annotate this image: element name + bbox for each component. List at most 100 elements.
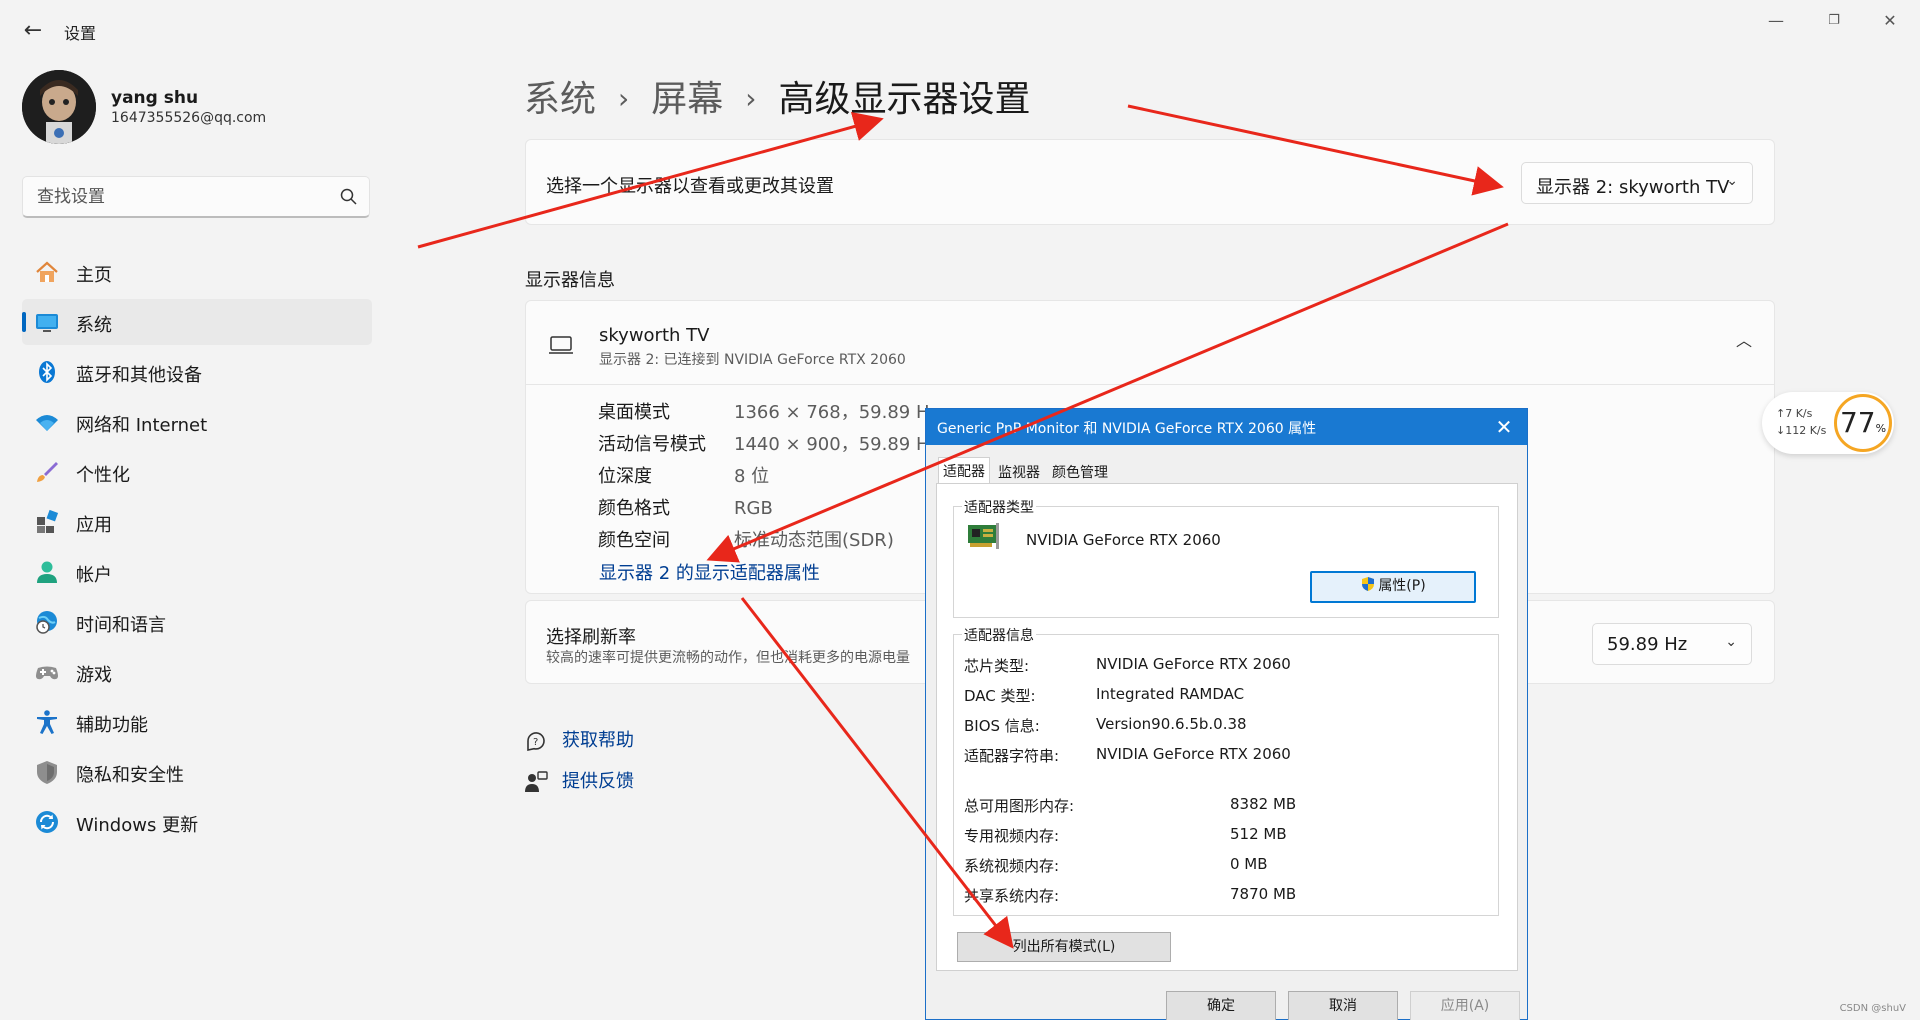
laptop-icon xyxy=(549,336,573,354)
get-help-link[interactable]: ? 获取帮助 xyxy=(524,726,634,753)
refresh-rate-dropdown[interactable]: 59.89 Hz ⌄ xyxy=(1592,623,1752,665)
home-icon xyxy=(36,261,58,282)
back-icon[interactable]: ← xyxy=(18,16,48,46)
search-input[interactable] xyxy=(35,185,325,209)
display-adapter-properties-link[interactable]: 显示器 2 的显示适配器属性 xyxy=(599,559,820,585)
chevron-up-icon[interactable]: ︿ xyxy=(1736,327,1752,351)
info-label: 桌面模式 xyxy=(598,402,670,423)
chevron-down-icon: ⌄ xyxy=(1725,634,1737,650)
refresh-rate-label: 选择刷新率 xyxy=(546,627,636,648)
adapter-info-title: 适配器信息 xyxy=(962,625,1036,645)
sidebar-item-label: 时间和语言 xyxy=(76,615,166,636)
ok-button[interactable]: 确定 xyxy=(1166,991,1276,1020)
svg-text:?: ? xyxy=(533,737,538,748)
info-label: 活动信号模式 xyxy=(598,434,706,455)
breadcrumb-item-display[interactable]: 屏幕 xyxy=(651,79,723,120)
restore-icon[interactable]: ❐ xyxy=(1810,6,1858,36)
watermark: CSDN @shuV xyxy=(1839,1003,1906,1014)
avatar-image xyxy=(22,70,96,144)
memory-label: 共享系统内存: xyxy=(964,887,1060,905)
info-row: 桌面模式 1366 × 768，59.89 Hz xyxy=(598,398,939,424)
account-icon xyxy=(37,561,57,583)
close-icon[interactable]: ✕ xyxy=(1866,6,1914,36)
list-all-modes-button[interactable]: 列出所有模式(L) xyxy=(957,932,1171,962)
sidebar-item-apps[interactable]: 应用 xyxy=(22,499,372,545)
info-value: Version90.6.5b.0.38 xyxy=(1096,715,1247,733)
close-icon[interactable]: ✕ xyxy=(1491,414,1517,440)
sidebar-item-label: 系统 xyxy=(76,315,112,336)
memory-value: 7870 MB xyxy=(1230,885,1297,903)
tab-monitor[interactable]: 监视器 xyxy=(994,459,1044,483)
info-value: 1366 × 768，59.89 Hz xyxy=(734,402,939,423)
adapter-type-group: 适配器类型 NVIDIA GeForce RTX 2060 属性(P) xyxy=(953,497,1499,618)
sidebar-item-network[interactable]: 网络和 Internet xyxy=(22,399,372,445)
info-label: 适配器字符串: xyxy=(964,747,1060,765)
sidebar-item-personalization[interactable]: 个性化 xyxy=(22,449,372,495)
get-help-label: 获取帮助 xyxy=(562,730,634,751)
select-display-card: 选择一个显示器以查看或更改其设置 显示器 2: skyworth TV ⌄ xyxy=(525,139,1775,225)
search-icon[interactable] xyxy=(339,187,359,207)
sidebar-item-accessibility[interactable]: 辅助功能 xyxy=(22,699,372,745)
tab-color-management[interactable]: 颜色管理 xyxy=(1048,459,1112,483)
info-value: NVIDIA GeForce RTX 2060 xyxy=(1096,655,1291,673)
cancel-button[interactable]: 取消 xyxy=(1288,991,1398,1020)
info-label: 颜色格式 xyxy=(598,498,670,519)
display-select-value: 显示器 2: skyworth TV xyxy=(1536,177,1730,198)
refresh-rate-value: 59.89 Hz xyxy=(1607,634,1688,655)
sidebar-nav: 主页 系统 蓝牙和其他设备 网络和 Internet 个性化 应用 帐户 时间和… xyxy=(22,249,372,849)
settings-window: ← 设置 — ❐ ✕ yang shu 1647355526@qq.com 查找… xyxy=(0,0,1920,1020)
feedback-label: 提供反馈 xyxy=(562,771,634,792)
info-value: 8 位 xyxy=(734,466,770,487)
bluetooth-icon xyxy=(39,361,55,383)
sidebar-item-label: 个性化 xyxy=(76,465,130,486)
brush-icon xyxy=(37,462,58,482)
percent-sign: % xyxy=(1875,422,1887,435)
display-select-dropdown[interactable]: 显示器 2: skyworth TV ⌄ xyxy=(1521,162,1753,204)
sidebar-item-label: 主页 xyxy=(76,265,112,286)
help-icon: ? xyxy=(527,732,545,751)
dialog-title-bar[interactable]: Generic PnP Monitor 和 NVIDIA GeForce RTX… xyxy=(926,409,1527,445)
sidebar-item-home[interactable]: 主页 xyxy=(22,249,372,295)
sidebar-item-label: 应用 xyxy=(76,515,112,536)
info-row: 颜色空间 标准动态范围(SDR) xyxy=(598,526,894,552)
sidebar-item-accounts[interactable]: 帐户 xyxy=(22,549,372,595)
refresh-rate-description: 较高的速率可提供更流畅的动作，但也消耗更多的电源电量 xyxy=(546,650,910,666)
info-value: RGB xyxy=(734,498,773,519)
memory-label: 系统视频内存: xyxy=(964,857,1060,875)
wifi-icon xyxy=(36,415,58,431)
sidebar-item-label: 蓝牙和其他设备 xyxy=(76,365,202,386)
display-info-header[interactable]: skyworth TV 显示器 2: 已连接到 NVIDIA GeForce R… xyxy=(526,301,1774,385)
apps-icon xyxy=(37,509,59,533)
graphics-card-icon xyxy=(968,523,999,549)
sidebar-item-windows-update[interactable]: Windows 更新 xyxy=(22,799,372,845)
sidebar-item-privacy[interactable]: 隐私和安全性 xyxy=(22,749,372,795)
update-icon xyxy=(36,811,58,833)
sidebar-item-label: 游戏 xyxy=(76,665,112,686)
app-title: 设置 xyxy=(64,24,97,43)
globe-clock-icon xyxy=(36,611,57,634)
info-label: DAC 类型: xyxy=(964,687,1036,705)
network-speed-widget[interactable]: ↑7 K/s ↓112 K/s 77% xyxy=(1762,392,1894,454)
adapter-name: NVIDIA GeForce RTX 2060 xyxy=(1026,531,1221,549)
memory-value: 512 MB xyxy=(1230,825,1287,843)
search-box xyxy=(22,176,370,218)
info-label: 颜色空间 xyxy=(598,530,670,551)
memory-value: 0 MB xyxy=(1230,855,1268,873)
properties-button[interactable]: 属性(P) xyxy=(1310,571,1476,603)
dialog-title: Generic PnP Monitor 和 NVIDIA GeForce RTX… xyxy=(937,421,1317,437)
user-email: 1647355526@qq.com xyxy=(111,110,267,126)
sidebar-item-gaming[interactable]: 游戏 xyxy=(22,649,372,695)
breadcrumb-item-system[interactable]: 系统 xyxy=(524,79,596,120)
feedback-link[interactable]: 提供反馈 xyxy=(524,767,634,794)
avatar[interactable] xyxy=(22,70,96,144)
user-name: yang shu xyxy=(111,88,199,108)
sidebar-item-label: 隐私和安全性 xyxy=(76,765,184,786)
gamepad-icon xyxy=(36,666,58,680)
breadcrumb-separator: › xyxy=(618,82,630,115)
tab-adapter[interactable]: 适配器 xyxy=(938,457,990,485)
sidebar-item-time-language[interactable]: 时间和语言 xyxy=(22,599,372,645)
info-row: 位深度 8 位 xyxy=(598,462,769,488)
minimize-icon[interactable]: — xyxy=(1752,6,1800,36)
sidebar-item-system[interactable]: 系统 xyxy=(22,299,372,345)
sidebar-item-bluetooth[interactable]: 蓝牙和其他设备 xyxy=(22,349,372,395)
